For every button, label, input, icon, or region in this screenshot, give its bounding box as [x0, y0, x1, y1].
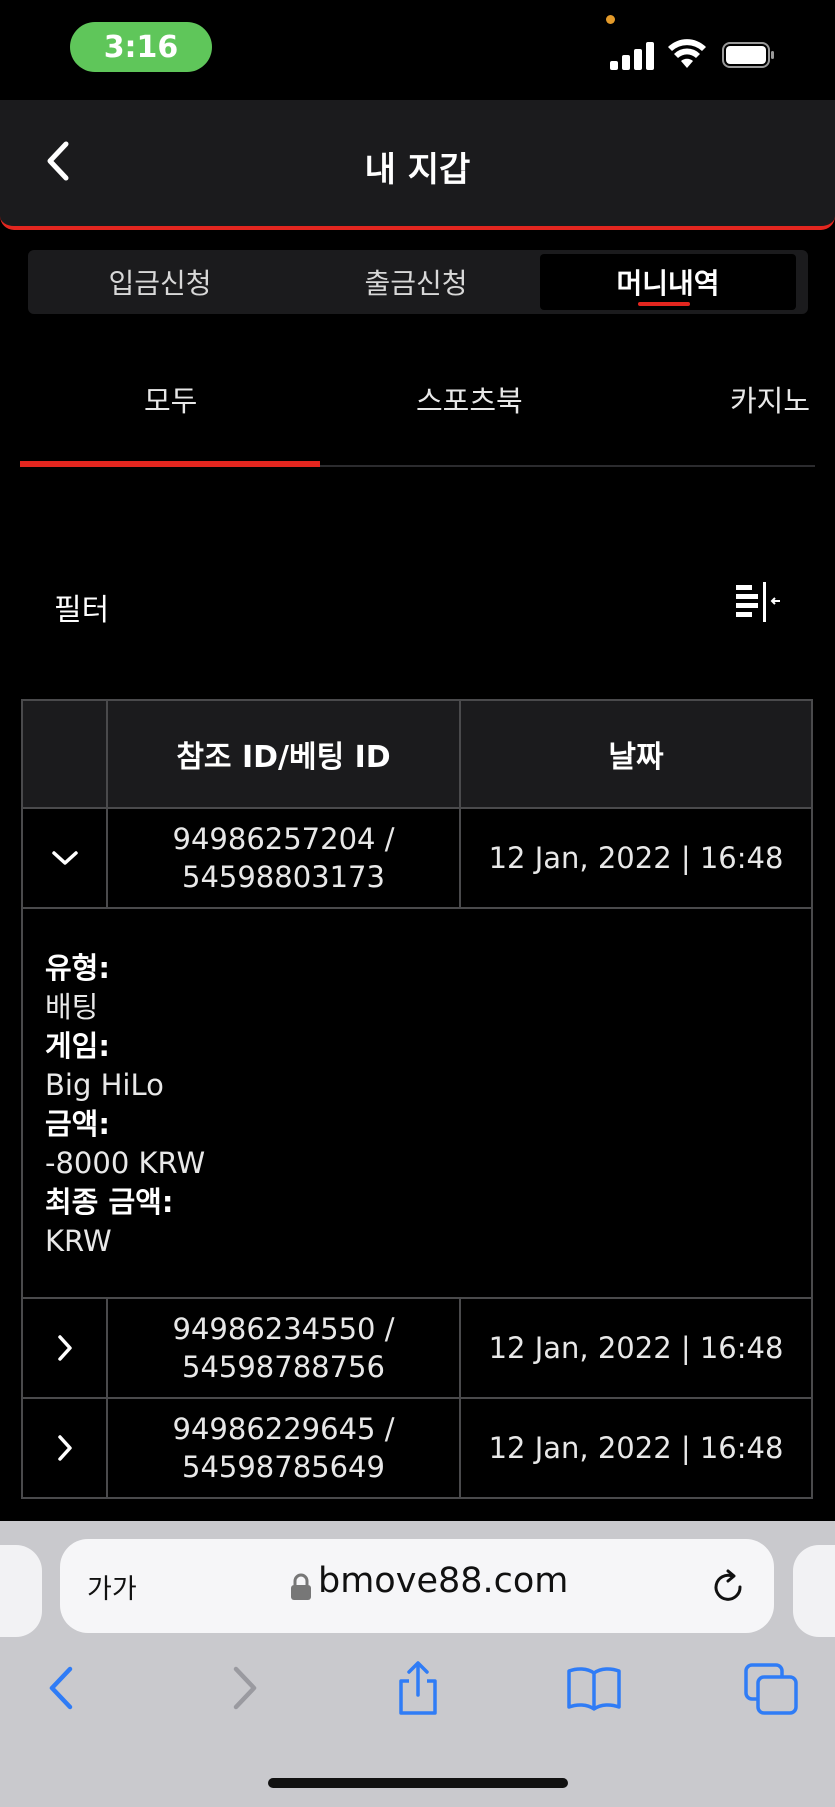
table-row[interactable]: 94986257204 / 54598803173 12 Jan, 2022 |…	[23, 809, 811, 909]
ref-id-cell: 94986234550 / 54598788756	[108, 1299, 461, 1397]
filter-label: 필터	[54, 593, 110, 628]
lock-icon	[291, 1573, 311, 1600]
chevron-down-icon	[51, 851, 78, 865]
category-tabs: 모두 스포츠북 카지노	[20, 350, 815, 467]
detail-final-value: KRW	[45, 1224, 112, 1258]
tab-money-history-label: 머니내역	[616, 267, 720, 300]
tabs-icon[interactable]	[742, 1659, 800, 1717]
date-cell: 12 Jan, 2022 | 16:48	[488, 1331, 784, 1365]
bookmarks-icon[interactable]	[565, 1659, 623, 1717]
status-time: 3:16	[70, 22, 212, 72]
next-tab-card[interactable]	[793, 1545, 835, 1637]
collapse-toggle[interactable]	[23, 809, 108, 907]
cellular-signal-icon	[610, 40, 654, 70]
header-date: 날짜	[608, 740, 664, 775]
date-cell: 12 Jan, 2022 | 16:48	[488, 1431, 784, 1465]
reference-id: 94986229645 /	[172, 1412, 395, 1446]
browser-toolbar: 가가 bmove88.com	[0, 1521, 835, 1807]
row-detail-panel: 유형: 배팅 게임: Big HiLo 금액: -8000 KRW 최종 금액:…	[23, 909, 811, 1299]
wallet-segment-tabs: 입금신청 출금신청 머니내역	[28, 250, 808, 314]
text-size-button[interactable]: 가가	[87, 1567, 137, 1606]
active-category-indicator	[20, 461, 320, 467]
tab-deposit-request[interactable]: 입금신청	[32, 254, 288, 310]
money-history-table: 참조 ID/베팅 ID 날짜 94986257204 / 54598803173…	[21, 699, 813, 1499]
wifi-icon	[668, 39, 706, 68]
detail-amount-value: -8000 KRW	[45, 1146, 206, 1180]
filter-toggle-icon[interactable]	[734, 582, 782, 622]
ref-id-cell: 94986257204 / 54598803173	[108, 809, 461, 907]
reference-id: 94986234550 /	[172, 1312, 395, 1346]
detail-game-value: Big HiLo	[45, 1068, 164, 1102]
ref-id-cell: 94986229645 / 54598785649	[108, 1399, 461, 1497]
app-header: 내 지갑	[0, 100, 835, 230]
tab-casino[interactable]: 카지노	[730, 378, 810, 420]
chevron-right-icon	[57, 1335, 72, 1361]
detail-type-value: 배팅	[45, 990, 99, 1024]
battery-icon	[722, 42, 774, 68]
active-tab-underline	[638, 302, 690, 306]
browser-forward-icon[interactable]	[214, 1659, 272, 1717]
share-icon[interactable]	[389, 1659, 447, 1717]
tab-money-history[interactable]: 머니내역	[540, 254, 796, 310]
tab-sportsbook[interactable]: 스포츠북	[416, 378, 523, 420]
bet-id: 54598788756	[182, 1350, 385, 1384]
bet-id: 54598785649	[182, 1450, 385, 1484]
tab-withdraw-request[interactable]: 출금신청	[288, 254, 544, 310]
detail-game-label: 게임:	[45, 1029, 110, 1063]
previous-tab-card[interactable]	[0, 1545, 42, 1637]
bet-id: 54598803173	[182, 860, 385, 894]
detail-amount-label: 금액:	[45, 1107, 110, 1141]
status-bar: 3:16	[0, 0, 835, 100]
table-row[interactable]: 94986234550 / 54598788756 12 Jan, 2022 |…	[23, 1299, 811, 1399]
camera-indicator-icon	[606, 15, 615, 24]
date-cell: 12 Jan, 2022 | 16:48	[488, 841, 784, 875]
url-text: bmove88.com	[318, 1561, 569, 1601]
detail-type-label: 유형:	[45, 951, 110, 985]
home-indicator	[268, 1778, 568, 1788]
table-header-row: 참조 ID/베팅 ID 날짜	[23, 701, 811, 809]
browser-back-icon[interactable]	[34, 1659, 92, 1717]
expand-toggle[interactable]	[23, 1299, 108, 1397]
page-title: 내 지갑	[364, 150, 471, 190]
chevron-right-icon	[57, 1435, 72, 1461]
reload-icon[interactable]	[708, 1567, 748, 1607]
reference-id: 94986257204 /	[172, 822, 395, 856]
expand-toggle[interactable]	[23, 1399, 108, 1497]
address-bar[interactable]: 가가 bmove88.com	[60, 1539, 774, 1633]
detail-final-label: 최종 금액:	[45, 1185, 174, 1219]
table-row[interactable]: 94986229645 / 54598785649 12 Jan, 2022 |…	[23, 1399, 811, 1497]
header-expand-col	[23, 701, 108, 807]
header-ref-id: 참조 ID/베팅 ID	[108, 701, 461, 807]
tab-all[interactable]: 모두	[144, 378, 197, 420]
